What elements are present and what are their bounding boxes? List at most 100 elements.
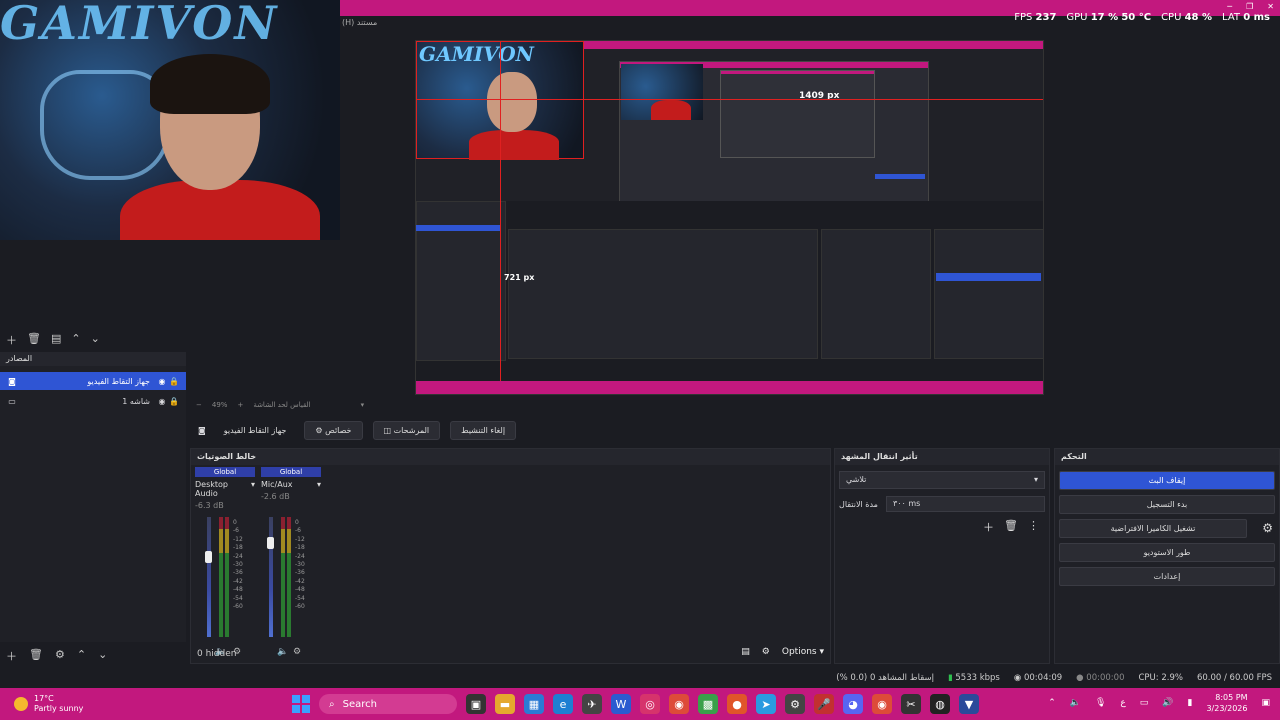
add-icon[interactable]: ＋ xyxy=(983,519,994,535)
preview-nested-docks: 721 px xyxy=(416,201,1043,381)
zoom-out-icon[interactable]: − xyxy=(196,401,202,413)
channel-name: Mic/Aux xyxy=(261,480,293,489)
telegram-icon[interactable]: ➤ xyxy=(756,694,776,714)
chevron-down-icon[interactable]: ▾ xyxy=(317,480,321,489)
window-controls[interactable]: ─ ❐ ✕ xyxy=(1227,2,1274,11)
trash-icon[interactable]: 🗑 xyxy=(27,332,41,345)
volume-icon[interactable]: 🔊 xyxy=(1162,698,1173,708)
lock-icon[interactable]: 🔒 xyxy=(168,377,180,386)
chrome-icon[interactable]: ◉ xyxy=(669,694,689,714)
firefox-icon[interactable]: ● xyxy=(727,694,747,714)
gear-icon[interactable]: ⚙ xyxy=(1262,521,1273,535)
chevron-down-icon[interactable]: ▾ xyxy=(361,401,365,413)
speaker-icon[interactable]: 🔈 xyxy=(1070,698,1081,708)
move-up-icon[interactable]: ⌃ xyxy=(71,332,80,345)
filters-button[interactable]: ◫ المرشحات xyxy=(372,420,441,440)
source-toolbar: ◙ جهاز التقاط الفيديو ⚙ خصائص ◫ المرشحات… xyxy=(190,418,1280,442)
mic-icon[interactable]: 🎙 xyxy=(1095,698,1106,708)
lock-icon[interactable]: 🔒 xyxy=(168,397,180,406)
stop-streaming-button[interactable]: إيقاف البث xyxy=(1059,471,1275,490)
app-icon[interactable]: ✈ xyxy=(582,694,602,714)
studio-mode-button[interactable]: طور الاستوديو xyxy=(1059,543,1275,562)
duration-input[interactable]: ٣٠٠ ms xyxy=(885,496,1045,512)
start-virtual-camera-button[interactable]: تشغيل الكاميرا الافتراضية xyxy=(1059,519,1247,538)
cpu-usage: CPU: 2.9% xyxy=(1138,673,1183,683)
layout-icon[interactable]: ▤ xyxy=(741,647,750,657)
move-up-icon[interactable]: ⌃ xyxy=(77,648,86,662)
language-indicator[interactable]: ع xyxy=(1120,698,1125,708)
settings-icon[interactable]: ⚙ xyxy=(293,647,301,657)
meter-scale: 0 -6 -12 -18 -24 -30 -36 -42 -48 -54 -60 xyxy=(233,519,243,611)
bitrate: 5533 kbps xyxy=(955,673,1000,683)
more-icon[interactable]: ⋮ xyxy=(1028,519,1039,535)
chevron-down-icon: ▾ xyxy=(1033,475,1038,484)
add-icon[interactable]: ＋ xyxy=(6,332,17,347)
transitions-title: تأثير انتقال المشهد xyxy=(835,449,1049,465)
fps-status: 60.00 / 60.00 FPS xyxy=(1196,673,1272,683)
chrome-icon[interactable]: ◉ xyxy=(872,694,892,714)
trash-icon[interactable]: 🗑 xyxy=(29,648,43,662)
webcam-logo: GAMIVON xyxy=(0,0,279,50)
search-box[interactable]: ⌕ Search xyxy=(319,694,457,714)
file-explorer-icon[interactable]: ▬ xyxy=(495,694,515,714)
speaker-icon[interactable]: 🔈 xyxy=(277,647,288,657)
mixer-channel: Global Desktop Audio ▾ -6.3 dB 0 -6 -12 -18-… xyxy=(195,467,255,657)
battery-icon[interactable]: ▮ xyxy=(1188,698,1193,708)
network-icon[interactable]: ▭ xyxy=(1140,698,1149,708)
start-recording-button[interactable]: بدء التسجيل xyxy=(1059,495,1275,514)
properties-button[interactable]: ⚙ خصائص xyxy=(304,420,363,440)
clock[interactable]: 8:05 PM 3/23/2026 xyxy=(1206,692,1247,714)
advanced-audio-icon[interactable]: ⚙ xyxy=(762,647,770,657)
duration-label: مدة الانتقال xyxy=(839,499,878,509)
meter-scale: 0 -6 -12 -18 -24 -30 -36 -42 -48 -54 -60 xyxy=(295,519,305,611)
sources-dock: المصادر ◙ جهاز التقاط الفيديو ◉ 🔒 ▭ شاشه… xyxy=(0,352,186,642)
move-down-icon[interactable]: ⌄ xyxy=(98,648,107,662)
volume-slider[interactable] xyxy=(205,551,212,563)
source-item[interactable]: ▭ شاشه 1 ◉ 🔒 xyxy=(0,392,186,410)
source-item[interactable]: ◙ جهاز التقاط الفيديو ◉ 🔒 xyxy=(0,372,186,390)
filter-icon[interactable]: ▤ xyxy=(51,332,61,345)
stream-time: 00:04:09 xyxy=(1023,673,1063,683)
chevron-up-icon[interactable]: ⌃ xyxy=(1048,698,1056,708)
global-badge: Global xyxy=(261,467,321,477)
move-down-icon[interactable]: ⌄ xyxy=(91,332,100,345)
discord-icon[interactable]: ◕ xyxy=(843,694,863,714)
canvas-preview[interactable]: GAMIVON 1409 px 721 px xyxy=(415,40,1044,395)
chevron-down-icon[interactable]: ▾ xyxy=(251,480,255,498)
settings-icon[interactable]: ⚙ xyxy=(785,694,805,714)
audio-mixer-dock: خالط الصوتيات Global Desktop Audio ▾ -6.3… xyxy=(190,448,831,664)
notification-icon[interactable]: ▣ xyxy=(1261,698,1270,708)
obs-icon[interactable]: ◍ xyxy=(930,694,950,714)
camera-icon: ◙ xyxy=(198,425,206,435)
transition-select[interactable]: تلاشي ▾ xyxy=(839,471,1045,489)
record-icon: ● xyxy=(1076,673,1084,683)
controls-dock: التحكم إيقاف البث بدء التسجيل تشغيل الكا… xyxy=(1054,448,1280,664)
hidden-count: 0 hidden xyxy=(197,649,237,659)
zoom-in-icon[interactable]: + xyxy=(237,401,243,413)
word-icon[interactable]: W xyxy=(611,694,631,714)
stream-icon: ◉ xyxy=(1013,673,1022,683)
add-icon[interactable]: ＋ xyxy=(6,648,17,663)
weather-widget[interactable]: 17°C Partly sunny xyxy=(14,694,83,714)
capcut-icon[interactable]: ✂ xyxy=(901,694,921,714)
instagram-icon[interactable]: ◎ xyxy=(640,694,660,714)
start-button[interactable] xyxy=(292,695,310,713)
vpn-icon[interactable]: ▼ xyxy=(959,694,979,714)
mic-app-icon[interactable]: 🎤 xyxy=(814,694,834,714)
selected-source-name: جهاز التقاط الفيديو xyxy=(223,425,287,435)
trash-icon[interactable]: 🗑 xyxy=(1004,519,1018,535)
minecraft-icon[interactable]: ▩ xyxy=(698,694,718,714)
eye-icon[interactable]: ◉ xyxy=(156,397,168,406)
gear-icon[interactable]: ⚙ xyxy=(55,648,65,662)
mixer-title: خالط الصوتيات xyxy=(191,449,830,465)
settings-button[interactable]: إعدادات xyxy=(1059,567,1275,586)
edge-icon[interactable]: e xyxy=(553,694,573,714)
options-button[interactable]: Options ▾ xyxy=(782,647,824,657)
eye-icon[interactable]: ◉ xyxy=(156,377,168,386)
task-view-icon[interactable]: ▣ xyxy=(466,694,486,714)
volume-slider[interactable] xyxy=(267,537,274,549)
store-icon[interactable]: ▦ xyxy=(524,694,544,714)
webcam-overlay: GAMIVON xyxy=(0,0,340,240)
deactivate-button[interactable]: إلغاء التنشيط xyxy=(450,420,517,440)
scenes-toolbar: ＋ 🗑 ▤ ⌃ ⌄ xyxy=(0,328,186,348)
